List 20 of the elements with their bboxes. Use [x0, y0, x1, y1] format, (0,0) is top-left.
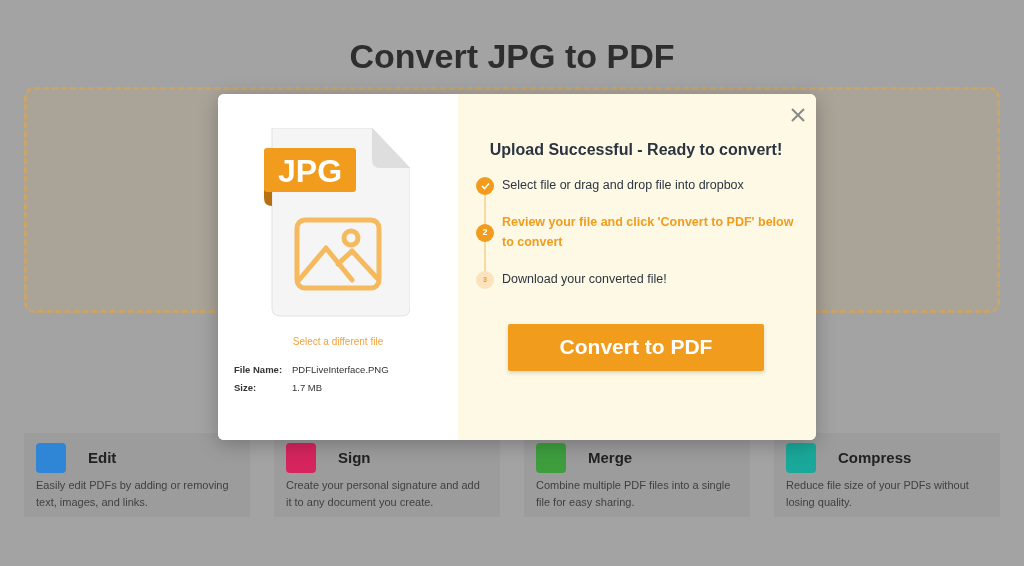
field-label: Size:: [234, 381, 258, 396]
field-value: PDFLiveInterface.PNG: [292, 363, 389, 377]
tool-name: Edit: [88, 447, 117, 468]
page-title: Convert JPG to PDF: [348, 36, 676, 77]
tool-description: Combine multiple PDF files into a single file for easy sharing.: [536, 477, 732, 511]
tool-name: Merge: [588, 447, 633, 468]
tool-description: Create your personal signature and add it to any document you create.: [286, 477, 481, 511]
step-text: Review your file and click 'Convert to PDF' below to convert: [502, 214, 795, 251]
tool-name: Sign: [338, 447, 371, 468]
field-label: File Name:: [234, 363, 284, 377]
dialog-heading: Upload Successful - Ready to convert!: [488, 140, 784, 160]
field-value: 1.7 MB: [292, 381, 323, 396]
tool-description: Easily edit PDFs by adding or removing text, images, and links.: [36, 477, 230, 511]
tool-name: Compress: [838, 447, 912, 468]
step-text: Download your converted file!: [502, 271, 667, 289]
step-text: Select file or drag and drop file into dropbox: [502, 177, 744, 194]
step-number: 2: [476, 223, 494, 242]
tool-card[interactable]: Compress Reduce file size of your PDFs without losing quality.: [774, 432, 1000, 517]
tool-card[interactable]: Edit Easily edit PDFs by adding or removing text, images, and links.: [24, 432, 250, 517]
tool-description: Reduce file size of your PDFs without losing quality.: [786, 477, 970, 511]
